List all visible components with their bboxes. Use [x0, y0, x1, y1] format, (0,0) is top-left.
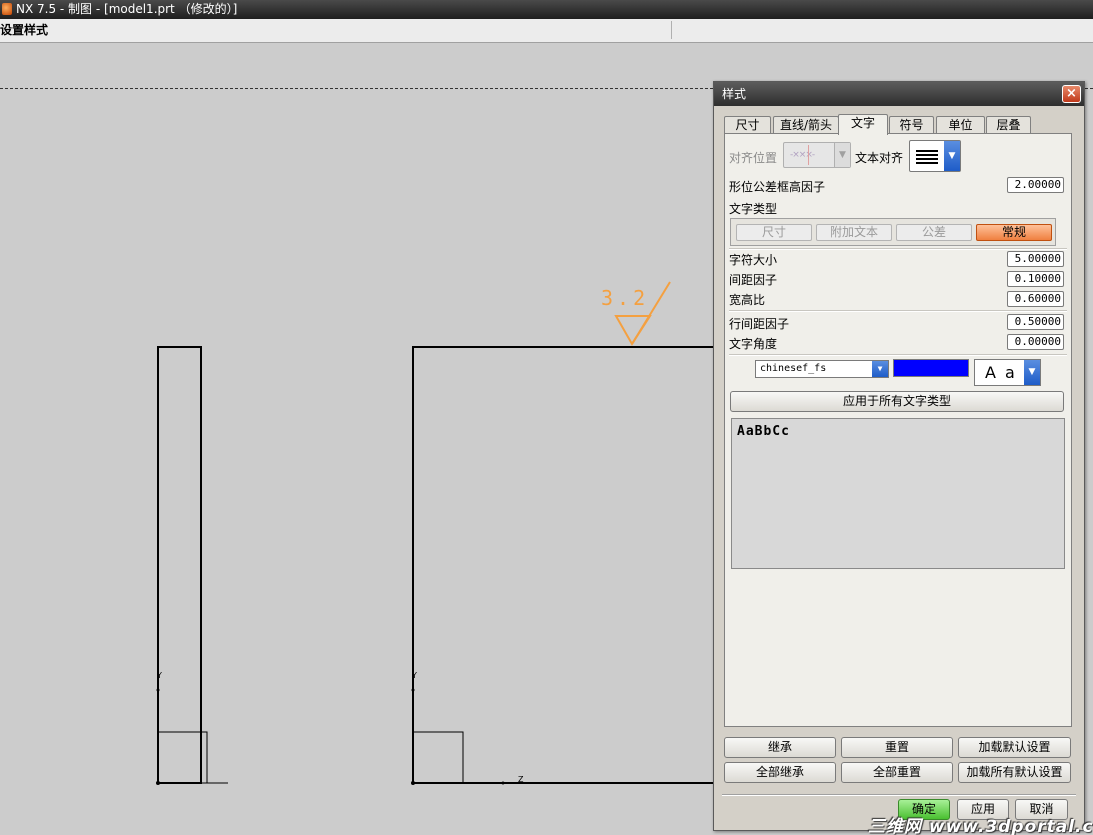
font-select[interactable]: chinesef_fs ▼: [755, 360, 889, 378]
main-part-csys-box: [412, 731, 464, 784]
text-type-general-button[interactable]: 常规: [976, 224, 1052, 241]
csys-marker: [156, 688, 160, 692]
text-align-label: 文本对齐: [855, 151, 904, 165]
dialog-titlebar[interactable]: 样式 ×: [714, 82, 1084, 106]
chevron-down-icon[interactable]: ▼: [1024, 360, 1040, 385]
text-type-appended-button[interactable]: 附加文本: [816, 224, 892, 241]
axis-label-z: Z: [518, 775, 524, 784]
aspect-ratio-label: 宽高比: [729, 293, 766, 307]
divider: [729, 310, 1067, 312]
chevron-down-icon: ▼: [834, 143, 850, 167]
reset-button[interactable]: 重置: [841, 737, 953, 758]
close-icon[interactable]: ×: [1062, 85, 1081, 103]
csys-origin: [411, 781, 415, 785]
text-type-label: 文字类型: [729, 202, 778, 216]
preview-text: AaBbCc: [737, 424, 790, 439]
char-size-label: 字符大小: [729, 253, 778, 267]
tab-symbol[interactable]: 符号: [889, 116, 934, 134]
text-angle-label: 文字角度: [729, 337, 778, 351]
divider: [729, 248, 1067, 250]
csys-marker: [501, 781, 505, 785]
tab-stacking[interactable]: 层叠: [986, 116, 1031, 134]
load-all-defaults-button[interactable]: 加载所有默认设置: [958, 762, 1071, 783]
load-defaults-button[interactable]: 加载默认设置: [958, 737, 1071, 758]
align-position-label: 对齐位置: [729, 151, 778, 165]
text-angle-input[interactable]: 0.00000: [1007, 334, 1064, 350]
text-preview: AaBbCc: [731, 418, 1065, 569]
style-dialog: 样式 × 尺寸 直线/箭头 文字 符号 单位 层叠 对齐位置 -×××- ▼ 文…: [713, 81, 1085, 831]
axis-label-y-left: Y: [156, 671, 162, 680]
axis-label-y-right: Y: [411, 671, 417, 680]
text-type-group: 尺寸 附加文本 公差 常规: [730, 218, 1056, 246]
text-type-tolerance-button[interactable]: 公差: [896, 224, 972, 241]
main-part-outline: [412, 346, 714, 784]
tab-line-arrow[interactable]: 直线/箭头: [773, 116, 839, 134]
gdt-factor-input[interactable]: 2.00000: [1007, 177, 1064, 193]
tab-text[interactable]: 文字: [838, 114, 888, 135]
csys-origin: [156, 781, 160, 785]
narrow-part-csys-box: [157, 731, 208, 784]
footer-divider: [722, 794, 1076, 796]
reset-all-button[interactable]: 全部重置: [841, 762, 953, 783]
spacing-factor-input[interactable]: 0.10000: [1007, 271, 1064, 287]
char-size-input[interactable]: 5.00000: [1007, 251, 1064, 267]
text-color-swatch[interactable]: [893, 359, 969, 377]
align-position-value: -×××-: [790, 150, 815, 160]
dialog-title: 样式: [722, 87, 747, 101]
align-position-select: -×××- ▼: [783, 142, 851, 168]
font-value: chinesef_fs: [760, 363, 827, 374]
tab-dimension[interactable]: 尺寸: [724, 116, 771, 134]
text-tab-panel: 对齐位置 -×××- ▼ 文本对齐 ▼ 形位公差框高因子 2.00000 文字类…: [724, 133, 1072, 727]
text-type-dimension-button[interactable]: 尺寸: [736, 224, 812, 241]
aspect-ratio-input[interactable]: 0.60000: [1007, 291, 1064, 307]
font-style-value: A a: [985, 363, 1017, 382]
roughness-value: 3.2: [601, 286, 649, 310]
csys-marker: [411, 688, 415, 692]
watermark: 三维网 www.3dportal.cn: [868, 817, 1093, 835]
divider: [729, 354, 1067, 356]
text-align-select[interactable]: ▼: [909, 140, 961, 172]
spacing-factor-label: 间距因子: [729, 273, 778, 287]
align-marker: [808, 145, 809, 165]
inherit-all-button[interactable]: 全部继承: [724, 762, 836, 783]
narrow-part-outline: [157, 346, 202, 784]
surface-roughness-symbol[interactable]: [614, 315, 652, 346]
align-justify-icon: [916, 150, 938, 164]
gdt-factor-label: 形位公差框高因子: [729, 180, 826, 194]
chevron-down-icon[interactable]: ▼: [944, 141, 960, 171]
tab-units[interactable]: 单位: [936, 116, 985, 134]
font-style-select[interactable]: A a ▼: [974, 359, 1041, 386]
line-spacing-input[interactable]: 0.50000: [1007, 314, 1064, 330]
line-spacing-label: 行间距因子: [729, 317, 790, 331]
chevron-down-icon[interactable]: ▼: [872, 361, 888, 377]
apply-to-all-text-types-button[interactable]: 应用于所有文字类型: [730, 391, 1064, 412]
inherit-button[interactable]: 继承: [724, 737, 836, 758]
